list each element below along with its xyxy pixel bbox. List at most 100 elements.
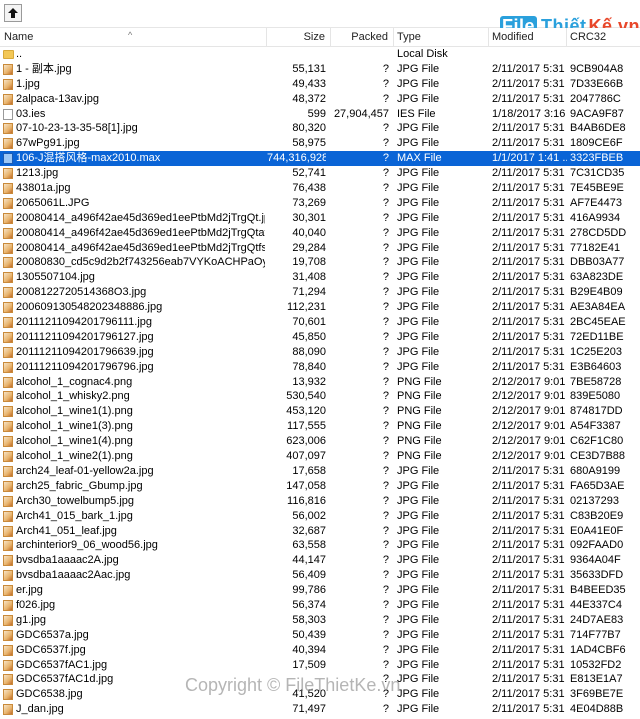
file-row[interactable]: 200609130548202348886.jpg 112,231? JPG Fil… xyxy=(0,300,640,315)
file-row[interactable]: alcohol_1_cognac4.png 13,932? PNG File 2/12… xyxy=(0,375,640,390)
file-row[interactable]: arch24_leaf-01-yellow2a.jpg 17,658? JPG Fi… xyxy=(0,464,640,479)
file-name-cell: 20080830_cd5c9d2b2f743256eab7VYKoACHPaOy… xyxy=(0,255,265,270)
file-modified: 2/11/2017 5:31 ... xyxy=(492,211,567,224)
file-row[interactable]: GDC6537f.jpg 40,394? JPG File 2/11/2017 5:3… xyxy=(0,643,640,658)
file-name-cell: 20111211094201796127.jpg xyxy=(0,330,265,345)
file-row[interactable]: 2alpaca-13av.jpg 48,372? JPG File 2/11/2017… xyxy=(0,92,640,107)
file-size: 52,741 xyxy=(292,167,326,180)
file-name: 20080414_a496f42ae45d369ed1eePtbMd2jTrgQ… xyxy=(16,226,265,239)
file-row[interactable]: alcohol_1_wine1(4).png 623,006? PNG File 2/… xyxy=(0,434,640,449)
column-modified[interactable]: Modified xyxy=(489,28,567,46)
file-row[interactable]: 07-10-23-13-35-58[1].jpg 80,320? JPG File 2… xyxy=(0,121,640,136)
file-modified: 2/11/2017 5:31 ... xyxy=(492,301,567,314)
file-row[interactable]: alcohol_1_wine2(1).png 407,097? PNG File 2/… xyxy=(0,449,640,464)
file-row[interactable]: J_dan.jpg 71,497? JPG File 2/11/2017 5:31 .… xyxy=(0,702,640,717)
file-type: JPG File xyxy=(397,137,440,150)
file-row[interactable]: 20111211094201796796.jpg 78,840? JPG File 2… xyxy=(0,360,640,375)
column-type[interactable]: Type xyxy=(394,28,489,46)
file-row[interactable]: bvsdba1aaaac2Aac.jpg 56,409? JPG File 2/11/… xyxy=(0,568,640,583)
file-name-cell: 1.jpg xyxy=(0,77,265,92)
file-name-cell: 1213.jpg xyxy=(0,166,265,181)
file-crc32: DBB03A77 xyxy=(570,256,625,269)
image-file-icon xyxy=(3,599,13,611)
file-row[interactable]: 03.ies 599 27,904,457 IES File 1/18/2017 3:1… xyxy=(0,107,640,122)
file-name-cell: bvsdba1aaaac2A.jpg xyxy=(0,553,265,568)
file-row[interactable]: alcohol_1_wine1(1).png 453,120? PNG File 2/… xyxy=(0,404,640,419)
file-size: 49,433 xyxy=(292,77,326,90)
arrow-up-icon xyxy=(8,8,18,18)
up-level-button[interactable] xyxy=(4,4,22,22)
file-packed: ? xyxy=(382,613,389,626)
file-modified: 2/12/2017 9:01 ... xyxy=(492,375,567,388)
file-packed: ? xyxy=(382,360,389,373)
file-size: 17,658 xyxy=(292,464,326,477)
file-row[interactable]: 1.jpg 49,433? JPG File 2/11/2017 5:31 ...7D… xyxy=(0,77,640,92)
file-crc32: 7E45BE9E xyxy=(570,182,624,195)
file-row[interactable]: 20111211094201796111.jpg 70,601? JPG File 2… xyxy=(0,315,640,330)
file-row[interactable]: Arch41_015_bark_1.jpg 56,002? JPG File 2/11… xyxy=(0,509,640,524)
file-row[interactable]: Arch41_051_leaf.jpg 32,687? JPG File 2/11/2… xyxy=(0,524,640,539)
file-packed: ? xyxy=(382,92,389,105)
file-name: arch25_fabric_Gbump.jpg xyxy=(16,479,143,492)
file-row[interactable]: g1.jpg 58,303? JPG File 2/11/2017 5:31 ...2… xyxy=(0,613,640,628)
file-row[interactable]: 67wPg91.jpg 58,975? JPG File 2/11/2017 5:31… xyxy=(0,136,640,151)
file-type: JPG File xyxy=(397,628,440,641)
file-row[interactable]: GDC6537fAC1.jpg 17,509? JPG File 2/11/2017 … xyxy=(0,658,640,673)
image-file-icon xyxy=(3,540,13,552)
file-row[interactable]: f026.jpg 56,374? JPG File 2/11/2017 5:31 ..… xyxy=(0,598,640,613)
file-size: 32,687 xyxy=(292,524,326,537)
file-row[interactable]: 106-J混搭风格-max2010.max 744,316,928? MAX Fil… xyxy=(0,151,640,167)
file-row[interactable]: 20111211094201796639.jpg 88,090? JPG File 2… xyxy=(0,345,640,360)
file-crc32: 092FAAD0 xyxy=(570,539,624,552)
file-name: 1.jpg xyxy=(16,77,40,90)
file-name: g1.jpg xyxy=(16,613,46,626)
file-packed: ? xyxy=(382,554,389,567)
file-crc32: A54F3387 xyxy=(570,420,621,433)
column-packed[interactable]: Packed xyxy=(331,28,394,46)
file-row[interactable]: 1213.jpg 52,741? JPG File 2/11/2017 5:31 ..… xyxy=(0,166,640,181)
parent-folder-row[interactable]: .. Local Disk xyxy=(0,47,640,62)
image-file-icon xyxy=(3,242,13,254)
file-row[interactable]: bvsdba1aaaac2A.jpg 44,147? JPG File 2/11/20… xyxy=(0,553,640,568)
file-crc32: 839E5080 xyxy=(570,390,621,403)
column-crc32[interactable]: CRC32 xyxy=(567,28,640,46)
file-row[interactable]: 20111211094201796127.jpg 45,850? JPG File 2… xyxy=(0,330,640,345)
file-packed: ? xyxy=(382,375,389,388)
file-name: 20080414_a496f42ae45d369ed1eePtbMd2jTrgQ… xyxy=(16,211,265,224)
file-row[interactable]: 2008122720514368O3.jpg 71,294? JPG File 2/1… xyxy=(0,285,640,300)
file-row[interactable]: 20080414_a496f42ae45d369ed1eePtbMd2jTrgQ… xyxy=(0,211,640,226)
file-type: JPG File xyxy=(397,360,440,373)
file-row[interactable]: 20080830_cd5c9d2b2f743256eab7VYKoACHPaOy… xyxy=(0,255,640,270)
file-row[interactable]: Arch30_towelbump5.jpg 116,816? JPG File 2/1… xyxy=(0,494,640,509)
column-name[interactable]: Name ^ xyxy=(0,28,267,46)
file-row[interactable]: archinterior9_06_wood56.jpg 63,558? JPG Fi… xyxy=(0,538,640,553)
file-crc32: C62F1C80 xyxy=(570,435,624,448)
file-row[interactable]: 1305507104.jpg 31,408? JPG File 2/11/2017 5… xyxy=(0,270,640,285)
file-row[interactable]: arch25_fabric_Gbump.jpg 147,058? JPG File 2… xyxy=(0,479,640,494)
file-type: JPG File xyxy=(397,673,440,686)
file-row[interactable]: alcohol_1_wine1(3).png 117,555? PNG File 2/… xyxy=(0,419,640,434)
document-file-icon xyxy=(3,108,13,120)
file-row[interactable]: 43801a.jpg 76,438? JPG File 2/11/2017 5:31 … xyxy=(0,181,640,196)
file-modified: 2/11/2017 5:31 ... xyxy=(492,122,567,135)
file-size: 48,372 xyxy=(292,92,326,105)
image-file-icon xyxy=(3,227,13,239)
file-row[interactable]: 1 - 副本.jpg 55,131? JPG File 2/11/2017 5:31 … xyxy=(0,62,640,77)
file-row[interactable]: GDC6537a.jpg 50,439? JPG File 2/11/2017 5:3… xyxy=(0,628,640,643)
image-file-icon xyxy=(3,689,13,701)
file-row[interactable]: alcohol_1_whisky2.png 530,540? PNG File 2/1… xyxy=(0,389,640,404)
file-type: JPG File xyxy=(397,598,440,611)
file-packed: ? xyxy=(382,196,389,209)
file-name-cell: alcohol_1_wine1(1).png xyxy=(0,404,265,419)
file-name: 20111211094201796127.jpg xyxy=(16,330,154,343)
file-row[interactable]: er.jpg 99,786? JPG File 2/11/2017 5:31 ...B… xyxy=(0,583,640,598)
file-packed: ? xyxy=(382,539,389,552)
file-crc32 xyxy=(570,47,638,62)
file-row[interactable]: 20080414_a496f42ae45d369ed1eePtbMd2jTrgQ… xyxy=(0,226,640,241)
file-row[interactable]: 2065061L.JPG 73,269? JPG File 2/11/2017 5:3… xyxy=(0,196,640,211)
file-modified: 2/11/2017 5:31 ... xyxy=(492,62,567,75)
column-size[interactable]: Size xyxy=(267,28,331,46)
file-packed: ? xyxy=(382,494,389,507)
file-type: JPG File xyxy=(397,211,440,224)
file-row[interactable]: 20080414_a496f42ae45d369ed1eePtbMd2jTrgQ… xyxy=(0,241,640,256)
